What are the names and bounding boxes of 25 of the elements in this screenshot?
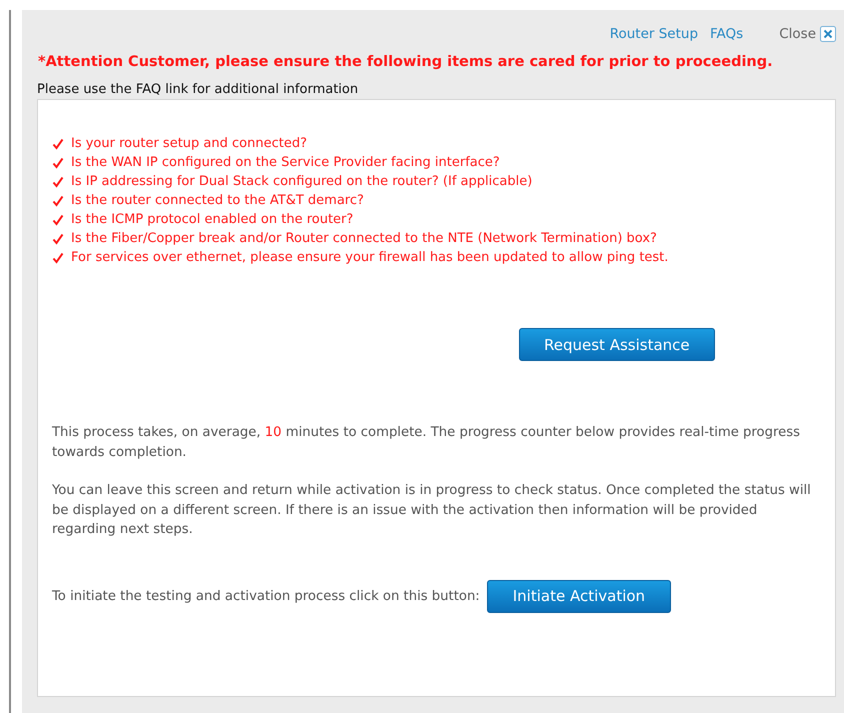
checklist-item: For services over ethernet, please ensure your firewall has been updated to allow ping test. xyxy=(71,249,668,267)
check-icon xyxy=(52,232,64,244)
initiate-prompt: To initiate the testing and activation process click on this button: xyxy=(52,588,480,604)
initiate-activation-button[interactable]: Initiate Activation xyxy=(486,580,672,612)
close-label: Close xyxy=(779,26,816,42)
checklist-item: Is the router connected to the AT&T demarc? xyxy=(71,192,364,210)
check-icon xyxy=(52,156,64,168)
info-paragraph: You can leave this screen and return while activation is in progress to check status. Once completed the status will be displayed on a different screen. If there is an issue with the activation then information will be provided regarding next steps. xyxy=(52,482,812,539)
checklist-item: Is the ICMP protocol enabled on the router? xyxy=(71,211,354,229)
check-icon xyxy=(52,194,64,206)
check-icon xyxy=(52,138,64,150)
checklist-item: Is the WAN IP configured on the Service Provider facing interface? xyxy=(71,154,500,172)
checklist-item: Is your router setup and connected? xyxy=(71,135,307,153)
header-link[interactable]: FAQs xyxy=(710,26,744,42)
info-paragraph: This process takes, on average, 10 minutes to complete. The progress counter below provides real-time progress towards completion. xyxy=(52,424,801,462)
check-icon xyxy=(52,252,64,264)
attention-heading: *Attention Customer, please ensure the following items are cared for prior to proceeding. xyxy=(38,54,774,70)
request-assistance-button[interactable]: Request Assistance xyxy=(519,328,715,361)
checklist-item: Is IP addressing for Dual Stack configured on the router? (If applicable) xyxy=(71,173,532,191)
close-icon[interactable] xyxy=(820,26,836,42)
faq-note: Please use the FAQ link for additional information xyxy=(37,82,360,97)
check-icon xyxy=(52,214,64,226)
checklist-item: Is the Fiber/Copper break and/or Router connected to the NTE (Network Termination) box? xyxy=(71,230,657,248)
header-link[interactable]: Router Setup xyxy=(610,26,698,42)
check-icon xyxy=(52,176,64,188)
